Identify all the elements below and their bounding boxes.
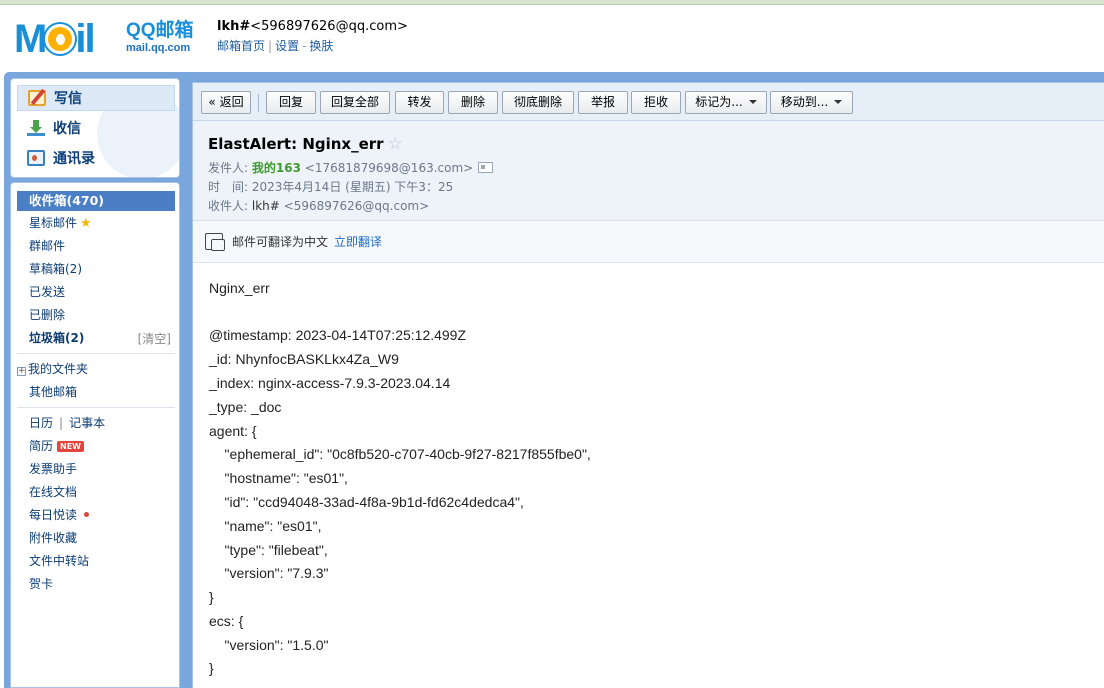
logo-url: mail.qq.com — [126, 42, 191, 54]
folder-deleted[interactable]: 已删除 — [29, 307, 65, 323]
sender-row: 发件人: 我的163 <17681879698@163.com> — [208, 160, 494, 176]
user-email: <596897626@qq.com> — [250, 19, 408, 34]
app-calendar[interactable]: 日历 — [29, 416, 53, 430]
expand-plus-icon[interactable]: + — [17, 367, 26, 376]
body-line: "ephemeral_id": "0c8fb520-c707-40cb-9f27… — [209, 446, 591, 462]
delete-button[interactable]: 删除 — [448, 91, 498, 114]
app-attachments[interactable]: 附件收藏 — [29, 530, 77, 546]
mark-as-dropdown[interactable]: 标记为... — [685, 91, 767, 114]
sender-email: <17681879698@163.com> — [304, 161, 474, 175]
new-badge: NEW — [57, 441, 84, 452]
body-line: @timestamp: 2023-04-14T07:25:12.499Z — [209, 327, 467, 343]
recipient-email: <596897626@qq.com> — [283, 199, 430, 213]
nav-receive[interactable]: 收信 — [17, 115, 175, 141]
app-notebook[interactable]: 记事本 — [69, 416, 105, 430]
folder-spam[interactable]: 垃圾箱(2) — [29, 330, 84, 346]
star-icon: ★ — [80, 216, 92, 231]
star-toggle-icon[interactable]: ☆ — [388, 134, 403, 154]
body-line: _type: _doc — [209, 399, 282, 415]
body-line: "hostname": "es01", — [209, 470, 348, 486]
logo-bell-icon — [45, 24, 76, 54]
app-cards[interactable]: 贺卡 — [29, 576, 53, 592]
body-line: "version": "1.5.0" — [209, 637, 329, 653]
app-resume[interactable]: 简历 NEW — [29, 438, 84, 454]
folder-group[interactable]: 群邮件 — [29, 238, 65, 254]
translate-hint: 邮件可翻译为中文 — [232, 235, 329, 249]
body-line: Nginx_err — [209, 280, 270, 296]
body-line: "version": "7.9.3" — [209, 565, 329, 581]
link-settings[interactable]: 设置 — [275, 39, 299, 53]
app-daily-read[interactable]: 每日悦读 — [29, 507, 90, 523]
folder-starred[interactable]: 星标邮件 ★ — [29, 215, 92, 232]
receive-icon — [27, 120, 45, 136]
reply-all-button[interactable]: 回复全部 — [320, 91, 390, 114]
clear-spam-link[interactable]: [清空] — [138, 330, 171, 347]
delete-forever-button[interactable]: 彻底删除 — [502, 91, 574, 114]
logo-letters: il — [75, 17, 95, 61]
body-line: } — [209, 660, 214, 676]
reply-button[interactable]: 回复 — [266, 91, 316, 114]
user-info: lkh#<596897626@qq.com> 邮箱首页 | 设置 - 换肤 — [217, 19, 408, 53]
folder-drafts[interactable]: 草稿箱(2) — [29, 261, 82, 277]
toolbar-separator — [258, 94, 259, 112]
recipient-row: 收件人: lkh# <596897626@qq.com> — [208, 199, 430, 213]
page-header: Mil QQ邮箱 mail.qq.com lkh#<596897626@qq.c… — [0, 5, 1104, 73]
sender-name[interactable]: 我的163 — [252, 161, 301, 175]
back-button[interactable]: « 返回 — [201, 91, 251, 114]
logo-brand-cn: QQ邮箱 — [126, 20, 194, 41]
folder-other-mail[interactable]: 其他邮箱 — [29, 384, 77, 400]
body-line: _id: NhynfocBASKLkx4Za_W9 — [209, 351, 399, 367]
folder-my-folders[interactable]: + 我的文件夹 — [17, 361, 88, 377]
quick-nav: 写信 收信 通讯录 — [10, 78, 180, 178]
link-mail-home[interactable]: 邮箱首页 — [217, 39, 265, 53]
nav-write[interactable]: 写信 — [17, 85, 175, 111]
time-row: 时 间: 2023年4月14日 (星期五) 下午3：25 — [208, 180, 454, 194]
folder-sent[interactable]: 已发送 — [29, 284, 65, 300]
body-line: _index: nginx-access-7.9.3-2023.04.14 — [209, 375, 451, 391]
app-file-transfer[interactable]: 文件中转站 — [29, 553, 89, 569]
nav-contacts-label: 通讯录 — [53, 151, 95, 167]
app-invoice[interactable]: 发票助手 — [29, 461, 77, 477]
app-row-calendar: 日历 | 记事本 — [29, 416, 106, 430]
body-line: "id": "ccd94048-33ad-4f8a-9b1d-fd62c4ded… — [209, 494, 524, 510]
link-skin[interactable]: 换肤 — [309, 39, 333, 53]
translate-now-link[interactable]: 立即翻译 — [334, 235, 382, 249]
chevron-down-icon — [748, 100, 757, 104]
translate-icon — [205, 233, 225, 251]
divider — [17, 353, 175, 354]
mail-toolbar: « 返回 回复 回复全部 转发 删除 彻底删除 举报 拒收 标记为... 移动到… — [193, 83, 1104, 121]
mail-time: 2023年4月14日 (星期五) 下午3：25 — [251, 180, 454, 194]
folder-inbox[interactable]: 收件箱(470) — [17, 191, 175, 211]
reject-button[interactable]: 拒收 — [631, 91, 681, 114]
mail-reader: « 返回 回复 回复全部 转发 删除 彻底删除 举报 拒收 标记为... 移动到… — [192, 82, 1104, 688]
nav-write-label: 写信 — [54, 91, 82, 107]
body-line: "type": "filebeat", — [209, 542, 328, 558]
folder-list: 收件箱(470) 星标邮件 ★ 群邮件 草稿箱(2) 已发送 已删除 垃圾箱(2)… — [10, 182, 180, 688]
nav-receive-label: 收信 — [53, 121, 81, 137]
write-icon — [28, 90, 46, 106]
recipient-name[interactable]: lkh# — [252, 199, 280, 213]
forward-button[interactable]: 转发 — [395, 91, 444, 114]
mail-subject: ElastAlert: Nginx_err ☆ — [208, 134, 403, 154]
move-to-dropdown[interactable]: 移动到... — [770, 91, 853, 114]
report-button[interactable]: 举报 — [578, 91, 628, 114]
body-line: "name": "es01", — [209, 518, 322, 534]
contacts-icon — [27, 150, 45, 166]
user-name: lkh# — [217, 19, 251, 34]
mail-header: ElastAlert: Nginx_err ☆ 发件人: 我的163 <17681… — [193, 121, 1104, 221]
translate-bar: 邮件可翻译为中文 立即翻译 — [193, 221, 1104, 263]
chevron-down-icon — [834, 100, 843, 104]
qqmail-logo[interactable]: Mil QQ邮箱 mail.qq.com — [14, 17, 204, 63]
nav-contacts[interactable]: 通讯录 — [17, 145, 175, 171]
unread-dot-icon — [84, 512, 90, 517]
logo-letter-m: M — [14, 17, 47, 61]
body-line: } — [209, 589, 214, 605]
body-line: ecs: { — [209, 613, 244, 629]
app-docs[interactable]: 在线文档 — [29, 484, 77, 500]
contact-card-icon[interactable] — [478, 162, 494, 173]
divider — [17, 407, 175, 408]
body-line: agent: { — [209, 423, 257, 439]
